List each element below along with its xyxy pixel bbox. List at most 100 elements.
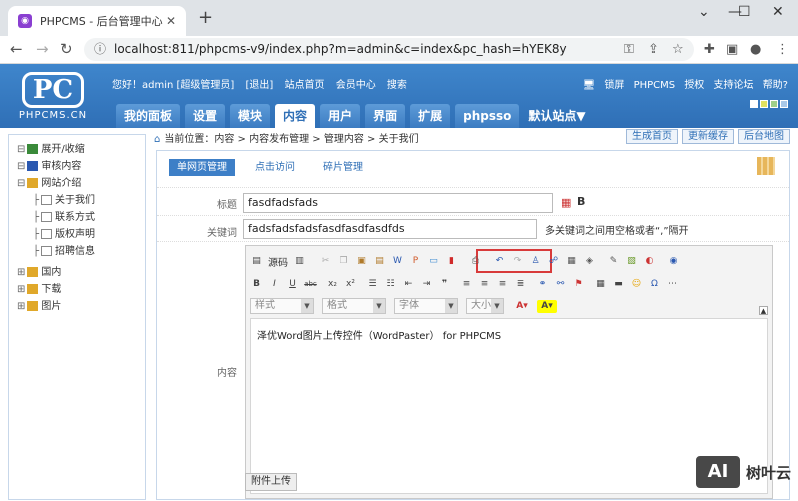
collapse-toolbar-icon[interactable]: ▲ — [759, 306, 768, 315]
indent-icon[interactable]: ⇥ — [420, 278, 433, 291]
undo-icon[interactable]: ↶ — [493, 255, 506, 268]
logout-link[interactable]: [退出] — [246, 80, 274, 91]
generate-home-button[interactable]: 生成首页 — [626, 129, 678, 144]
site-home-link[interactable]: 站点首页 — [285, 80, 325, 91]
source-icon[interactable]: ▤ — [250, 255, 263, 268]
tree-toggle-icon[interactable]: ⊞ — [17, 301, 25, 312]
title-input[interactable]: fasdfadsfads — [243, 193, 553, 213]
bg-color-icon[interactable]: A▾ — [537, 299, 557, 313]
format-select[interactable]: 格式 ▼ — [322, 298, 386, 314]
sidebar-item[interactable]: ├ 联系方式 — [17, 209, 95, 226]
color-picker-icon[interactable]: ▦ — [561, 196, 571, 209]
tree-toggle-icon[interactable]: ⊞ — [17, 284, 25, 295]
skin-green-button[interactable] — [770, 100, 778, 108]
update-cache-button[interactable]: 更新缓存 — [682, 129, 734, 144]
page-break-icon[interactable]: ⋯ — [666, 278, 679, 291]
url-input[interactable]: ⓘ localhost:811/phpcms-v9/index.php?m=ad… — [84, 38, 694, 61]
pdf-import-icon[interactable]: ▮ — [445, 255, 458, 268]
style-select[interactable]: 样式 ▼ — [250, 298, 314, 314]
redo-icon[interactable]: ↷ — [511, 255, 524, 268]
star-icon[interactable]: ☆ — [672, 42, 684, 57]
hr-icon[interactable]: ▬ — [612, 278, 625, 291]
sidebar-item[interactable]: ⊞ 国内 — [17, 264, 95, 281]
anchor-icon[interactable]: ⚑ — [572, 278, 585, 291]
blockquote-icon[interactable]: ❞ — [438, 278, 451, 291]
reload-icon[interactable]: ↻ — [60, 40, 73, 58]
bold-title-button[interactable]: B — [577, 195, 585, 208]
menu-modules[interactable]: 模块 — [230, 104, 271, 128]
strike-icon[interactable]: abc — [304, 278, 317, 291]
outdent-icon[interactable]: ⇤ — [402, 278, 415, 291]
forum-link[interactable]: 支持论坛 — [714, 80, 754, 91]
italic-icon[interactable]: I — [268, 278, 281, 291]
superscript-icon[interactable]: x² — [344, 278, 357, 291]
select-all-icon[interactable]: ▦ — [565, 255, 578, 268]
member-center-link[interactable]: 会员中心 — [336, 80, 376, 91]
sidebar-item[interactable]: ⊟ 网站介绍 — [17, 175, 95, 192]
subscript-icon[interactable]: x₂ — [326, 278, 339, 291]
share-icon[interactable]: ⇪ — [648, 42, 659, 57]
image-icon[interactable]: ▧ — [625, 255, 638, 268]
text-color-icon[interactable]: A▾ — [512, 300, 532, 313]
tab-fragments[interactable]: 碎片管理 — [315, 159, 371, 176]
spellcheck-icon[interactable]: ✎ — [607, 255, 620, 268]
lock-screen-link[interactable]: 🖥 锁屏 — [583, 80, 625, 91]
flash-icon[interactable]: ◐ — [643, 255, 656, 268]
skin-white-button[interactable] — [750, 100, 758, 108]
profile-icon[interactable]: ● — [750, 42, 761, 57]
word-paste-icon[interactable]: W — [391, 255, 404, 268]
maximize-editor-icon[interactable]: ◉ — [667, 255, 680, 268]
tab-single-page[interactable]: 单网页管理 — [169, 159, 235, 176]
menu-dashboard[interactable]: 我的面板 — [116, 104, 181, 128]
browser-tab[interactable]: ◉ PHPCMS - 后台管理中心 ✕ — [8, 6, 186, 36]
menu-settings[interactable]: 设置 — [185, 104, 226, 128]
special-char-icon[interactable]: Ω — [648, 278, 661, 291]
sidebar-item[interactable]: ⊟ 审核内容 — [17, 158, 95, 175]
tree-toggle-icon[interactable]: ⊟ — [17, 161, 25, 172]
editor-content-area[interactable]: 泽优Word图片上传控件（WordPaster） for PHPCMS — [250, 318, 768, 494]
bullet-list-icon[interactable]: ☷ — [384, 278, 397, 291]
home-icon[interactable]: ⌂ — [154, 134, 160, 145]
align-right-icon[interactable]: ≡ — [496, 278, 509, 291]
replace-icon[interactable]: ☍ — [547, 255, 560, 268]
numbered-list-icon[interactable]: ☰ — [366, 278, 379, 291]
unlink-icon[interactable]: ⚯ — [554, 278, 567, 291]
print-icon[interactable]: ⎙ — [469, 255, 482, 268]
source-button[interactable]: 源码 — [268, 254, 288, 269]
paste-icon[interactable]: ▣ — [355, 255, 368, 268]
extensions-icon[interactable]: ✚ — [704, 42, 715, 57]
back-icon[interactable]: ← — [10, 40, 23, 58]
copy-icon[interactable]: ❐ — [337, 255, 350, 268]
menu-interface[interactable]: 界面 — [365, 104, 406, 128]
size-select[interactable]: 大小 ▼ — [466, 298, 504, 314]
sidepanel-icon[interactable]: ▣ — [726, 42, 738, 57]
underline-icon[interactable]: U — [286, 278, 299, 291]
forward-icon[interactable]: → — [36, 40, 49, 58]
keyword-input[interactable]: fadsfadsfadsfasdfasdfasdfds — [243, 219, 537, 239]
font-select[interactable]: 字体 ▼ — [394, 298, 458, 314]
attachment-upload-button[interactable]: 附件上传 — [245, 473, 297, 491]
sidebar-item[interactable]: ⊞ 图片 — [17, 298, 95, 315]
bold-icon[interactable]: B — [250, 278, 263, 291]
menu-users[interactable]: 用户 — [320, 104, 361, 128]
sidebar-item[interactable]: ├ 关于我们 — [17, 192, 95, 209]
menu-phpsso[interactable]: phpsso — [455, 104, 520, 128]
image-upload-icon[interactable]: ▭ — [427, 255, 440, 268]
sidebar-item[interactable]: ⊞ 下载 — [17, 281, 95, 298]
cut-icon[interactable]: ✂ — [319, 255, 332, 268]
menu-extensions[interactable]: 扩展 — [410, 104, 451, 128]
tree-toggle-icon[interactable]: ⊟ — [17, 178, 25, 189]
align-center-icon[interactable]: ≡ — [478, 278, 491, 291]
layout-grid-icon[interactable] — [757, 157, 775, 175]
remove-format-icon[interactable]: ◈ — [583, 255, 596, 268]
align-left-icon[interactable]: ≡ — [460, 278, 473, 291]
link-icon[interactable]: ⚭ — [536, 278, 549, 291]
table-icon[interactable]: ▦ — [594, 278, 607, 291]
skin-yellow-button[interactable] — [760, 100, 768, 108]
tab-visit[interactable]: 点击访问 — [247, 159, 303, 176]
sidebar-item[interactable]: ├ 招聘信息 — [17, 243, 95, 260]
search-link[interactable]: 搜索 — [387, 80, 407, 91]
new-tab-icon[interactable]: + — [198, 9, 213, 27]
sidebar-item[interactable]: ├ 版权声明 — [17, 226, 95, 243]
help-link[interactable]: 帮助? — [763, 80, 788, 91]
